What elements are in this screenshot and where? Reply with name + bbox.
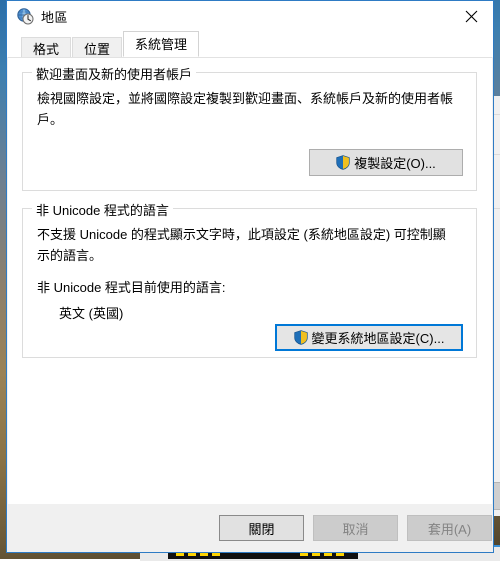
close-icon: [465, 10, 478, 23]
copy-settings-button[interactable]: 複製設定(O)...: [309, 149, 463, 176]
apply-button: 套用(A): [407, 515, 492, 541]
welcome-screen-group: 歡迎畫面及新的使用者帳戶 檢視國際設定，並將國際設定複製到歡迎畫面、系統帳戶及新…: [22, 72, 477, 191]
cancel-button-label: 取消: [342, 519, 368, 538]
current-language-value: 英文 (英國): [59, 303, 123, 322]
uac-shield-icon: [294, 330, 308, 345]
non-unicode-language-group-legend: 非 Unicode 程式的語言: [32, 200, 173, 219]
window-title: 地區: [41, 7, 68, 26]
uac-shield-icon: [336, 155, 350, 170]
region-settings-dialog: 地區 格式 位置 系統管理 歡迎畫面及新的使用者帳戶 檢視國際設定，並將國際設定…: [6, 0, 494, 553]
close-button[interactable]: [449, 1, 493, 31]
apply-button-label: 套用(A): [428, 519, 471, 538]
tab-strip: 格式 位置 系統管理: [7, 31, 493, 57]
close-action-button[interactable]: 關閉: [219, 515, 304, 541]
welcome-screen-description: 檢視國際設定，並將國際設定複製到歡迎畫面、系統帳戶及新的使用者帳戶。: [37, 88, 455, 130]
cancel-button: 取消: [313, 515, 398, 541]
non-unicode-description: 不支援 Unicode 的程式顯示文字時，此項設定 (系統地區設定) 可控制顯示…: [37, 224, 455, 266]
dialog-footer: 關閉 取消 套用(A): [7, 504, 493, 552]
tab-administrative[interactable]: 系統管理: [123, 31, 199, 57]
non-unicode-language-group: 非 Unicode 程式的語言 不支援 Unicode 的程式顯示文字時，此項設…: [22, 208, 477, 358]
copy-settings-button-label: 複製設定(O)...: [354, 153, 436, 172]
change-system-locale-button-label: 變更系統地區設定(C)...: [312, 328, 445, 347]
current-language-label: 非 Unicode 程式目前使用的語言:: [37, 277, 226, 296]
region-globe-clock-icon: [16, 7, 34, 25]
close-action-button-label: 關閉: [248, 519, 274, 538]
title-bar: 地區: [7, 1, 493, 31]
change-system-locale-button[interactable]: 變更系統地區設定(C)...: [275, 324, 463, 351]
welcome-screen-group-legend: 歡迎畫面及新的使用者帳戶: [32, 64, 196, 83]
administrative-tab-panel: 歡迎畫面及新的使用者帳戶 檢視國際設定，並將國際設定複製到歡迎畫面、系統帳戶及新…: [8, 57, 492, 504]
